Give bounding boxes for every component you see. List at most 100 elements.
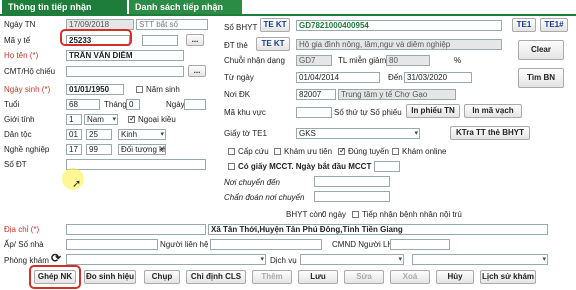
in-phieu-tn-button[interactable]: In phiếu TN (406, 104, 460, 118)
cmt-label: CMT/Hộ chiếu (4, 67, 56, 76)
stt-field[interactable]: STT bắt số (136, 19, 208, 30)
nam-sinh-label: Năm sinh (146, 85, 180, 94)
mcct-label: Có giấy MCCT. Ngày bắt đầu MCCT (238, 162, 372, 171)
luu-button[interactable]: Lưu (298, 270, 338, 284)
kham-online-checkbox[interactable] (392, 148, 399, 155)
nghe-nghiep-label: Nghề nghiệp (4, 145, 50, 154)
dia-chi-label: Địa chỉ (*) (4, 225, 40, 234)
ngay-label: Ngày (166, 100, 185, 109)
clear-button[interactable]: Clear (518, 40, 564, 60)
refresh-icon[interactable]: ⟳ (51, 251, 61, 265)
so-dt-label: Số ĐT (4, 160, 27, 169)
gioi-tinh-code-field[interactable]: 1 (66, 114, 82, 125)
ngay-sinh-label: Ngày sinh (*) (4, 85, 51, 94)
sua-button[interactable]: Sửa (344, 270, 384, 284)
dan-toc-code-field[interactable]: 01 (66, 129, 82, 140)
nghe-nghiep-select[interactable]: Đối tượng kh (118, 144, 166, 155)
dung-tuyen-label: Đúng tuyến (348, 147, 389, 156)
in-ma-vach-button[interactable]: In mã vạch (464, 104, 522, 118)
nguoi-lien-he-field[interactable] (210, 239, 322, 250)
chuoi-nhan-dang-field[interactable]: GD7 (296, 55, 332, 66)
bhyt-con-value: 0 ngày (322, 210, 347, 219)
ap-so-nha-label: Ấp/ Số nhà (4, 240, 44, 249)
mcct-date-field[interactable] (374, 161, 400, 172)
so-dt-field[interactable] (66, 159, 206, 170)
tuoi-label: Tuổi (4, 100, 20, 109)
nam-sinh-checkbox[interactable] (136, 86, 143, 93)
dia-chi-code-field[interactable] (66, 224, 206, 235)
tu-ngay-field[interactable]: 01/04/2014 (296, 72, 380, 83)
te1-button[interactable]: TE1 (512, 18, 536, 32)
noi-chuyen-den-field[interactable] (314, 176, 390, 187)
tuoi-field[interactable]: 68 (66, 99, 100, 110)
dich-vu-label: Dịch vụ (270, 256, 297, 265)
lich-su-kham-button[interactable]: Lịch sử khám (480, 270, 536, 284)
bhyt-con-label: BHYT còn: (286, 210, 325, 219)
noi-dk-code-field[interactable]: 82007 (296, 89, 336, 100)
dia-chi-field[interactable]: Xã Tân Thới,Huyện Tân Phú Đông,Tỉnh Tiền… (208, 224, 548, 235)
tab-danh-sach-tiep-nhan[interactable]: Danh sách tiếp nhận (129, 0, 242, 14)
ngay-field[interactable] (184, 99, 206, 110)
tl-mien-giam-label: TL miễn giảm (338, 56, 387, 65)
nghe-nghiep-code-field[interactable]: 17 (66, 144, 82, 155)
them-button[interactable]: Thêm (252, 270, 292, 284)
ma-khu-vuc-label: Mã khu vực (224, 108, 266, 117)
gioi-tinh-label: Giới tính (4, 115, 35, 124)
tiep-nhan-noi-tru-checkbox[interactable] (352, 211, 359, 218)
mcct-checkbox[interactable] (228, 163, 235, 170)
thang-label: Tháng (104, 100, 127, 109)
noi-dk-field[interactable]: Trung tâm y tế Chợ Gạo (338, 89, 456, 100)
dan-toc-select[interactable]: Kinh (118, 129, 166, 140)
cmnd-nguoi-lh-field[interactable] (390, 239, 450, 250)
ktra-tt-the-bhyt-button[interactable]: KTra TT thẻ BHYT (450, 126, 530, 140)
tab-underline (0, 14, 576, 16)
cmnd-nguoi-lh-label: CMND Người LH (332, 240, 394, 249)
kham-uu-tien-checkbox[interactable] (274, 148, 281, 155)
do-sinh-hieu-button[interactable]: Đo sinh hiệu (84, 270, 136, 284)
ma-yte-browse-button[interactable]: ... (186, 34, 204, 46)
cap-cuu-checkbox[interactable] (228, 148, 235, 155)
dan-toc-code2-field[interactable]: 25 (86, 129, 112, 140)
nghe-nghiep-code2-field[interactable]: 99 (86, 144, 112, 155)
cmt-browse-button[interactable]: ... (188, 65, 206, 77)
chi-dinh-cls-button[interactable]: Chỉ định CLS (186, 270, 246, 284)
phong-kham-select[interactable] (66, 254, 266, 265)
ngay-sinh-field[interactable]: 01/01/1950 (66, 84, 124, 95)
noi-chuyen-den-label: Nơi chuyển đến (224, 178, 280, 187)
te1-hash-button[interactable]: TE1# (540, 18, 568, 32)
giay-to-te1-label: Giấy tờ TE1 (224, 129, 267, 138)
ghep-nk-highlight (29, 265, 81, 289)
dich-vu-extra-select[interactable] (412, 254, 548, 265)
dung-tuyen-checkbox[interactable] (338, 146, 346, 155)
tim-bn-button[interactable]: Tìm BN (518, 68, 564, 88)
cap-cuu-label: Cấp cứu (238, 147, 269, 156)
dt-the-field[interactable]: Hộ gia đình nông, lâm,ngư và diêm nghiệp (296, 39, 502, 50)
chan-doan-field[interactable] (314, 191, 390, 202)
huy-button[interactable]: Hủy (436, 270, 474, 284)
tab-thong-tin-tiep-nhan[interactable]: Thông tin tiếp nhận (2, 0, 127, 14)
percent-label: % (454, 56, 462, 65)
ma-khu-vuc-field[interactable] (296, 107, 332, 118)
tl-mien-giam-field[interactable]: 80 (386, 55, 430, 66)
ho-ten-label: Họ tên (*) (4, 51, 39, 60)
chup-button[interactable]: Chụp (144, 270, 180, 284)
thang-field[interactable]: 0 (126, 99, 140, 110)
te-kt-button[interactable]: TE KT (260, 18, 290, 32)
cmt-field[interactable] (66, 66, 184, 77)
nguoi-lien-he-label: Người liên hệ (160, 240, 209, 249)
ho-ten-field[interactable]: TRẦN VĂN DIỄM (66, 50, 184, 61)
xoa-button[interactable]: Xoá (390, 270, 430, 284)
dich-vu-select[interactable] (300, 254, 404, 265)
den-label: Đến (388, 73, 403, 82)
so-bhyt-field[interactable]: GD7821000400954 (296, 20, 502, 31)
ma-yte-extra-field[interactable] (142, 35, 178, 46)
chan-doan-label: Chẩn đoán nơi chuyển (224, 193, 305, 202)
ap-so-nha-field[interactable] (66, 239, 158, 250)
gioi-tinh-select[interactable]: Nam (84, 114, 118, 125)
ngoai-kieu-checkbox[interactable] (128, 114, 136, 123)
den-ngay-field[interactable]: 31/03/2020 (404, 72, 472, 83)
kham-uu-tien-label: Khám ưu tiên (284, 147, 333, 156)
te-kt-2-button[interactable]: TE KT (256, 37, 290, 51)
giay-to-te1-select[interactable]: GKS (296, 128, 420, 139)
tu-ngay-label: Từ ngày (224, 73, 254, 82)
